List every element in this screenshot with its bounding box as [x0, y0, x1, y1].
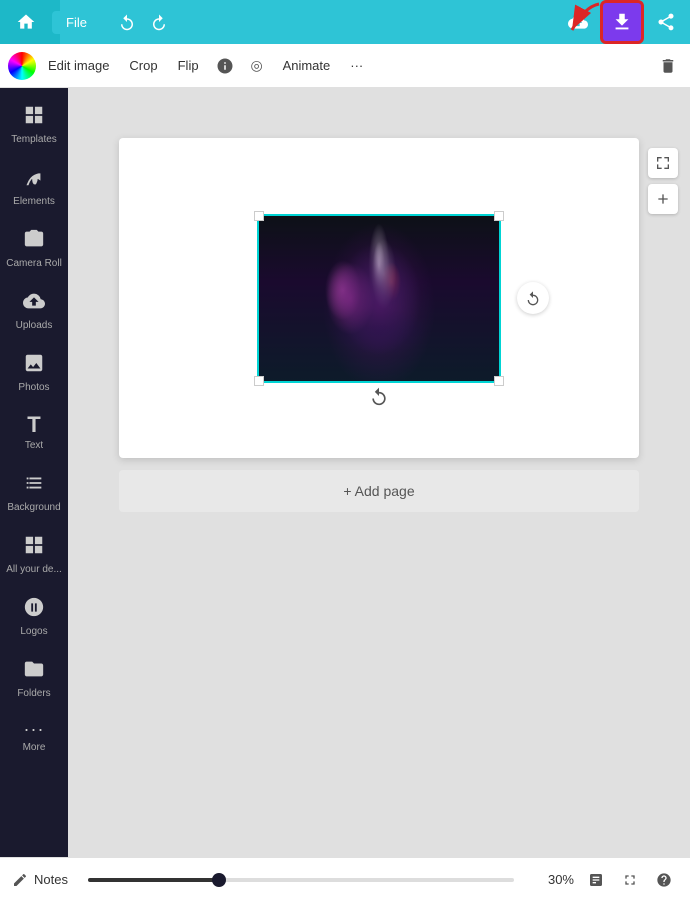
notes-button[interactable]: Notes [12, 872, 68, 888]
handle-top-left[interactable] [254, 211, 264, 221]
templates-label: Templates [11, 134, 57, 146]
sidebar-item-uploads[interactable]: Uploads [4, 282, 64, 340]
sidebar-item-templates[interactable]: Templates [4, 96, 64, 154]
elements-label: Elements [13, 196, 55, 208]
handle-bottom-left[interactable] [254, 376, 264, 386]
add-section-button[interactable] [648, 184, 678, 214]
rotate-handle[interactable] [369, 386, 389, 411]
templates-icon [23, 104, 45, 130]
canvas-image [259, 216, 499, 381]
file-menu[interactable]: File [52, 11, 101, 34]
photos-label: Photos [18, 382, 49, 394]
canvas-area: + Add page [68, 88, 690, 857]
uploads-label: Uploads [16, 320, 53, 332]
fullscreen-button[interactable] [616, 866, 644, 894]
save-cloud-button[interactable] [562, 6, 594, 38]
background-icon [23, 472, 45, 498]
home-button[interactable] [8, 4, 44, 40]
color-wheel-button[interactable] [8, 52, 36, 80]
bottom-right-buttons [582, 866, 678, 894]
sidebar-item-folders[interactable]: Folders [4, 650, 64, 708]
bottom-bar: Notes 30% [0, 857, 690, 901]
photos-icon [23, 352, 45, 378]
right-controls [648, 148, 678, 214]
text-label: Text [25, 440, 43, 452]
elements-icon [23, 166, 45, 192]
download-area [600, 0, 644, 44]
info-button[interactable] [211, 52, 239, 80]
help-button[interactable] [650, 866, 678, 894]
folders-icon [23, 658, 45, 684]
rotate-right-button[interactable] [517, 282, 549, 314]
logos-label: Logos [20, 626, 47, 638]
page-canvas [119, 138, 639, 458]
sidebar-item-background[interactable]: Background [4, 464, 64, 522]
top-bar-right [562, 0, 682, 44]
top-bar-left: File [8, 4, 173, 40]
background-label: Background [7, 502, 60, 514]
all-your-des-icon [23, 534, 45, 560]
zoom-label: 30% [534, 872, 574, 887]
sidebar-item-camera-roll[interactable]: Camera Roll [4, 220, 64, 278]
sidebar-item-more[interactable]: ··· More [4, 712, 64, 762]
crop-button[interactable]: Crop [121, 54, 165, 77]
text-icon: T [27, 414, 40, 436]
animate-button[interactable]: Animate [275, 54, 339, 77]
sidebar-item-elements[interactable]: Elements [4, 158, 64, 216]
more-icon: ··· [24, 720, 45, 738]
camera-roll-icon [23, 228, 45, 254]
zoom-slider-wrap [88, 878, 514, 882]
main-area: Templates Elements Camera Roll Uploads P… [0, 88, 690, 857]
selected-image-wrap[interactable] [259, 216, 499, 381]
resize-button[interactable] [648, 148, 678, 178]
redo-button[interactable] [145, 8, 173, 36]
handle-bottom-right[interactable] [494, 376, 504, 386]
sidebar-item-logos[interactable]: Logos [4, 588, 64, 646]
sidebar: Templates Elements Camera Roll Uploads P… [0, 88, 68, 857]
camera-roll-label: Camera Roll [6, 258, 62, 270]
download-button[interactable] [600, 0, 644, 44]
more-label: More [23, 742, 46, 754]
add-page-button[interactable]: + Add page [119, 470, 639, 512]
sidebar-item-text[interactable]: T Text [4, 406, 64, 460]
more-button[interactable]: ··· [342, 54, 371, 77]
folders-label: Folders [17, 688, 50, 700]
top-bar: File [0, 0, 690, 44]
uploads-icon [23, 290, 45, 316]
page-info-button[interactable] [582, 866, 610, 894]
share-button[interactable] [650, 6, 682, 38]
zoom-slider[interactable] [88, 878, 514, 882]
logos-icon [23, 596, 45, 622]
toolbar: Edit image Crop Flip ◎ Animate ··· [0, 44, 690, 88]
sidebar-item-all-your-des[interactable]: All your de... [4, 526, 64, 584]
sidebar-item-photos[interactable]: Photos [4, 344, 64, 402]
all-your-des-label: All your de... [6, 564, 62, 576]
delete-button[interactable] [654, 52, 682, 80]
flip-button[interactable]: Flip [170, 54, 207, 77]
notes-label: Notes [34, 872, 68, 887]
animate-icon: ◎ [243, 52, 271, 80]
undo-button[interactable] [113, 8, 141, 36]
edit-image-button[interactable]: Edit image [40, 54, 117, 77]
face-artwork [259, 216, 499, 381]
handle-top-right[interactable] [494, 211, 504, 221]
history-controls [113, 8, 173, 36]
